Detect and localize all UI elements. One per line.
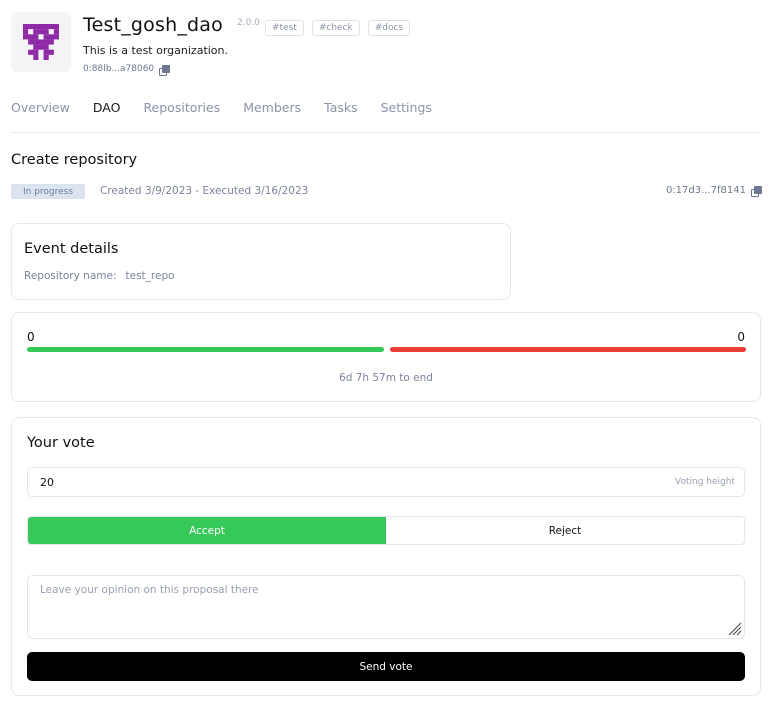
time-remaining: 6d 7h 57m to end bbox=[339, 372, 433, 384]
pixel-logo-icon bbox=[23, 24, 59, 60]
org-tags: #test #check #docs bbox=[265, 20, 411, 36]
voting-amount-label: Voting height bbox=[675, 477, 735, 487]
org-address-text: 0:88lb...a78060 bbox=[83, 64, 155, 74]
tab-members[interactable]: Members bbox=[243, 100, 301, 115]
proposal-address-text: 0:17d3...7f8141 bbox=[665, 185, 746, 196]
voting-results-card: 0 0 6d 7h 57m to end bbox=[11, 312, 761, 402]
tag-check[interactable]: #check bbox=[311, 20, 360, 36]
status-badge: In progress bbox=[11, 184, 85, 199]
org-version: 2.0.0 bbox=[237, 18, 260, 28]
vote-title: Your vote bbox=[27, 435, 95, 451]
accept-count: 0 bbox=[27, 330, 35, 344]
voting-amount-input[interactable]: 20 Voting height bbox=[27, 467, 745, 497]
repository-name-value: test_repo bbox=[125, 270, 175, 282]
accept-button[interactable]: Accept bbox=[28, 517, 386, 544]
resize-handle-icon[interactable] bbox=[726, 620, 742, 636]
proposal-dates: Created 3/9/2023 - Executed 3/16/2023 bbox=[100, 185, 309, 197]
org-address: 0:88lb...a78060 bbox=[83, 64, 171, 76]
tab-tasks[interactable]: Tasks bbox=[324, 100, 358, 115]
proposal-address: 0:17d3...7f8141 bbox=[665, 185, 762, 197]
reject-count: 0 bbox=[737, 330, 745, 344]
org-name: Test_gosh_dao bbox=[83, 14, 223, 36]
proposal-title: Create repository bbox=[11, 152, 138, 168]
copy-icon[interactable] bbox=[159, 64, 171, 76]
send-vote-button[interactable]: Send vote bbox=[27, 652, 745, 681]
comment-placeholder: Leave your opinion on this proposal ther… bbox=[40, 584, 259, 596]
copy-icon[interactable] bbox=[751, 186, 762, 197]
accept-bar bbox=[27, 347, 384, 352]
reject-bar bbox=[390, 347, 746, 352]
vote-choice-toggle: Accept Reject bbox=[27, 516, 745, 545]
tab-settings[interactable]: Settings bbox=[381, 100, 432, 115]
tabs-divider bbox=[11, 132, 761, 133]
event-detail-row: Repository name: test_repo bbox=[24, 270, 175, 282]
reject-button[interactable]: Reject bbox=[386, 517, 744, 544]
org-avatar bbox=[11, 12, 71, 72]
tag-test[interactable]: #test bbox=[265, 20, 304, 36]
comment-textarea[interactable]: Leave your opinion on this proposal ther… bbox=[27, 575, 745, 639]
event-details-title: Event details bbox=[24, 241, 119, 257]
vote-form-card: Your vote 20 Voting height Accept Reject… bbox=[11, 417, 761, 696]
org-description: This is a test organization. bbox=[83, 44, 229, 57]
event-details-card: Event details Repository name: test_repo bbox=[11, 223, 511, 300]
tab-overview[interactable]: Overview bbox=[11, 100, 70, 115]
org-header: Test_gosh_dao 2.0.0 #test #check #docs T… bbox=[11, 12, 761, 80]
tab-repositories[interactable]: Repositories bbox=[143, 100, 220, 115]
tag-docs[interactable]: #docs bbox=[367, 20, 411, 36]
repository-name-label: Repository name: bbox=[24, 270, 117, 282]
dao-tabs: Overview DAO Repositories Members Tasks … bbox=[11, 100, 432, 115]
voting-amount-value[interactable]: 20 bbox=[40, 476, 54, 489]
tab-dao[interactable]: DAO bbox=[93, 100, 121, 115]
